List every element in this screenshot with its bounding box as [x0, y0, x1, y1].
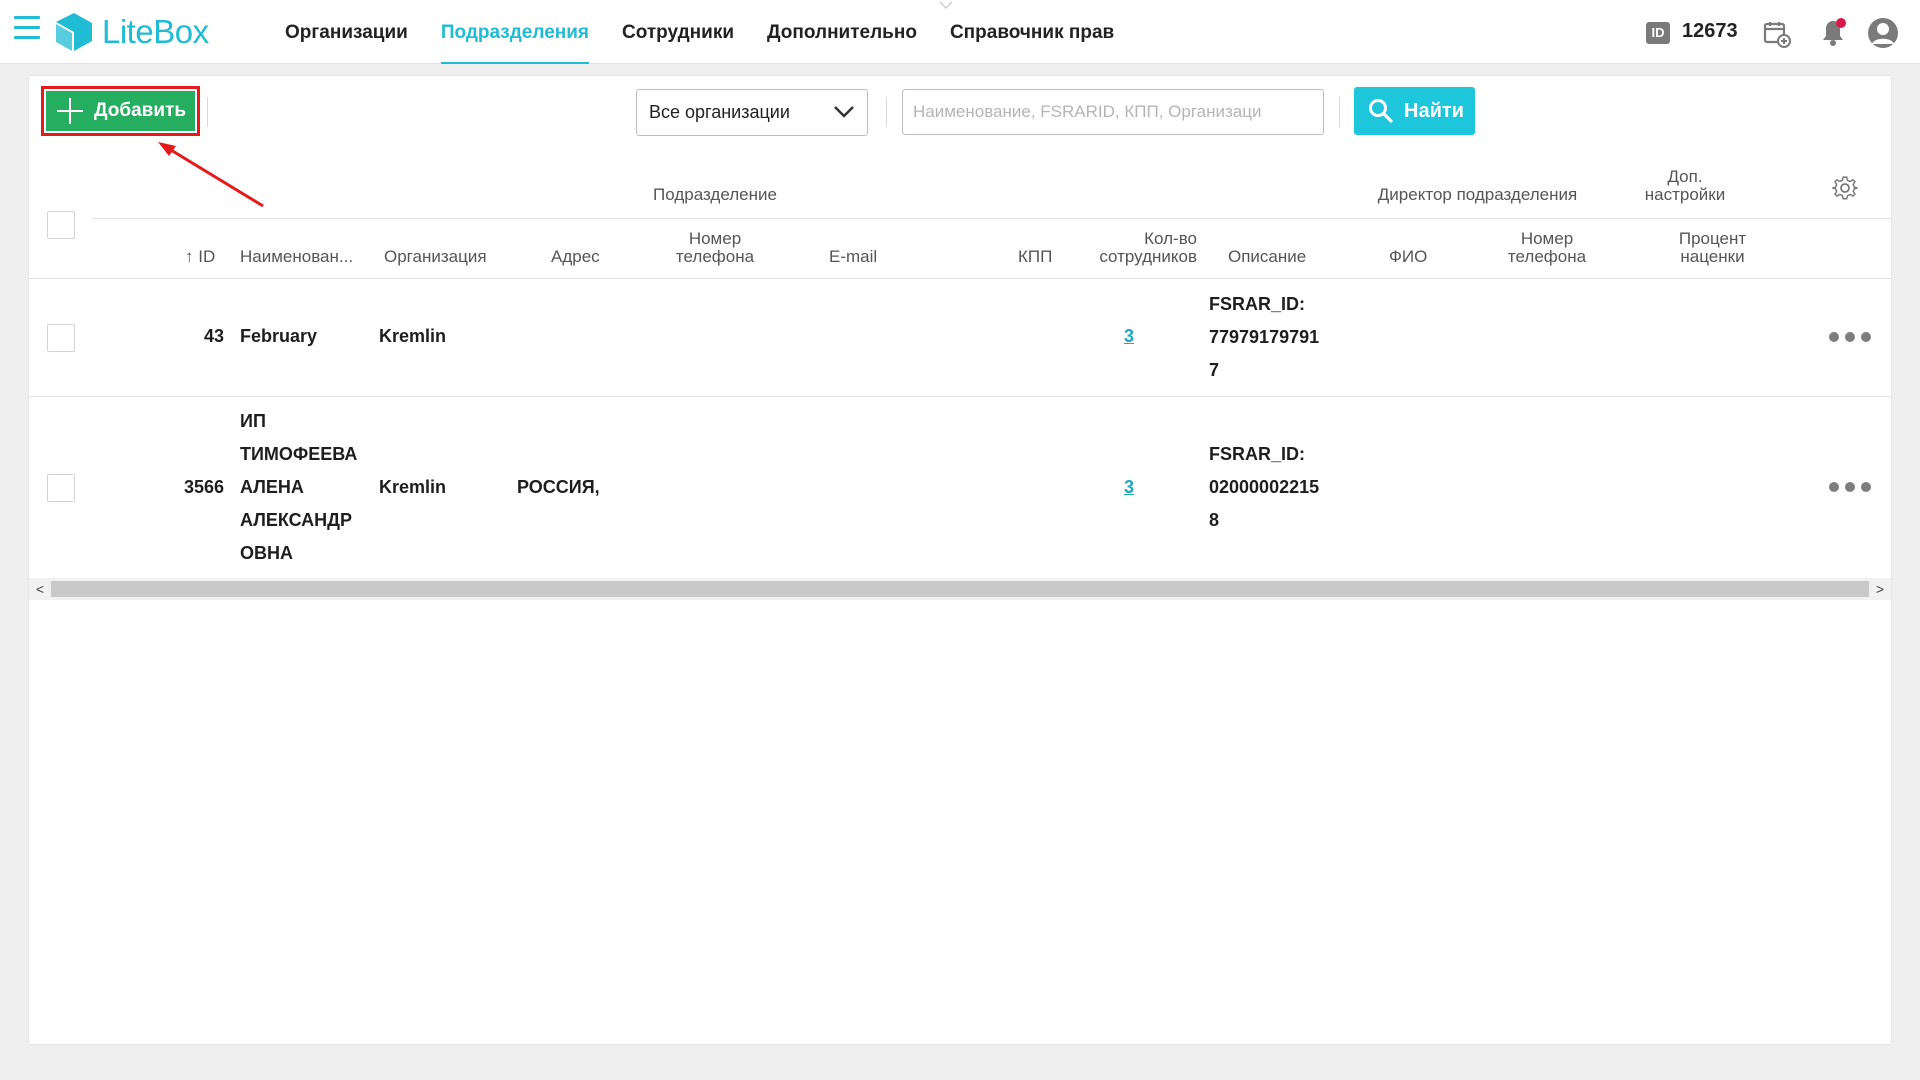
gear-icon[interactable] [1831, 174, 1859, 202]
logo[interactable]: LiteBox [54, 11, 209, 53]
scroll-left-arrow-icon[interactable]: < [32, 581, 48, 597]
find-button-label: Найти [1404, 99, 1464, 122]
column-header-employee-count[interactable]: Кол-во сотрудников [1082, 230, 1197, 266]
row-id: 43 [203, 326, 224, 346]
chevron-down-icon[interactable] [938, 0, 954, 12]
select-all-checkbox[interactable] [47, 211, 75, 239]
row-actions-more-icon[interactable] [1829, 331, 1871, 343]
row-name: February [240, 326, 318, 346]
description-line: 7 [1209, 360, 1220, 380]
column-header-name[interactable]: Наименован... [240, 248, 353, 266]
name-line: АЛЕНА [240, 477, 304, 497]
row-employee-count-link[interactable]: 3 [1124, 320, 1134, 353]
litebox-logo-icon [56, 13, 92, 51]
top-bar: LiteBox Организации Подразделения Сотруд… [0, 0, 1920, 64]
column-header-email[interactable]: E-mail [829, 248, 877, 266]
user-profile-icon[interactable] [1866, 16, 1900, 50]
row-organization: Kremlin [379, 326, 447, 346]
row-divider [29, 396, 1891, 397]
search-input[interactable] [902, 89, 1324, 135]
bell-icon[interactable] [1818, 17, 1848, 47]
sort-asc-icon: ↑ [185, 247, 194, 266]
group-header-divider [92, 218, 1891, 219]
nav-additional[interactable]: Дополнительно [767, 0, 917, 64]
row-id: 3566 [183, 477, 224, 497]
find-button[interactable]: Найти [1354, 87, 1475, 135]
description-line: 77979179791 [1209, 327, 1320, 347]
account-id: 12673 [1682, 20, 1738, 42]
nav-organizations[interactable]: Организации [285, 0, 408, 64]
add-button[interactable]: Добавить [46, 91, 195, 131]
scrollbar-thumb[interactable] [51, 581, 1869, 597]
toolbar-divider [1339, 97, 1340, 127]
row-description: FSRAR_ID: 02000002215 8 [1209, 438, 1319, 537]
horizontal-scrollbar[interactable]: < > [29, 578, 1891, 600]
toolbar-divider [207, 97, 208, 127]
chevron-down-icon [834, 106, 854, 118]
organization-select-value: Все организации [649, 102, 790, 122]
description-line: FSRAR_ID: [1209, 294, 1306, 314]
row-checkbox[interactable] [47, 324, 75, 352]
column-header-director-phone[interactable]: Номер телефона [1497, 230, 1597, 266]
description-line: 8 [1209, 510, 1220, 530]
column-header-address[interactable]: Адрес [551, 248, 600, 266]
name-line: ТИМОФЕЕВА [240, 444, 358, 464]
logo-text: LiteBox [102, 13, 209, 50]
hamburger-menu-icon[interactable] [14, 16, 40, 46]
scroll-right-arrow-icon[interactable]: > [1872, 581, 1888, 597]
column-header-markup-percent[interactable]: Процент наценки [1660, 230, 1765, 266]
column-header-organization[interactable]: Организация [384, 248, 487, 266]
name-line: АЛЕКСАНДР [240, 510, 352, 530]
column-header-director-name[interactable]: ФИО [1389, 248, 1427, 266]
row-checkbox[interactable] [47, 474, 75, 502]
calendar-add-icon[interactable] [1763, 20, 1791, 48]
notification-dot [1836, 18, 1846, 28]
name-line: ИП [240, 411, 266, 431]
annotation-arrow [158, 142, 264, 208]
description-line: 02000002215 [1209, 477, 1320, 497]
column-header-id[interactable]: ↑ ID [185, 248, 215, 266]
plus-icon [56, 97, 84, 125]
group-header-division: Подразделение [653, 185, 777, 204]
nav-rights-directory[interactable]: Справочник прав [950, 0, 1114, 64]
add-button-label: Добавить [94, 100, 187, 121]
row-employee-count-link[interactable]: 3 [1124, 471, 1134, 504]
toolbar-divider [886, 97, 887, 127]
column-header-description[interactable]: Описание [1228, 248, 1306, 266]
name-line: ОВНА [240, 543, 293, 563]
column-header-id-label: ID [198, 247, 216, 266]
header-bottom-divider [29, 278, 1891, 279]
id-badge: ID [1646, 22, 1670, 44]
nav-divisions[interactable]: Подразделения [440, 0, 590, 64]
column-header-phone[interactable]: Номер телефона [665, 230, 765, 266]
group-header-extra-settings: Доп. настройки [1644, 167, 1726, 204]
row-name: ИП ТИМОФЕЕВА АЛЕНА АЛЕКСАНДР ОВНА [240, 405, 357, 570]
group-header-director: Директор подразделения [1377, 185, 1578, 204]
main-nav: Организации Подразделения Сотрудники Доп… [285, 0, 1147, 64]
search-icon [1369, 99, 1393, 123]
nav-employees[interactable]: Сотрудники [622, 0, 734, 64]
organization-select[interactable]: Все организации [636, 89, 868, 136]
column-header-kpp[interactable]: КПП [1018, 248, 1052, 266]
row-organization: Kremlin [379, 477, 447, 497]
row-actions-more-icon[interactable] [1829, 481, 1871, 493]
description-line: FSRAR_ID: [1209, 444, 1306, 464]
row-description: FSRAR_ID: 77979179791 7 [1209, 288, 1319, 387]
row-address: РОССИЯ, [517, 477, 600, 497]
